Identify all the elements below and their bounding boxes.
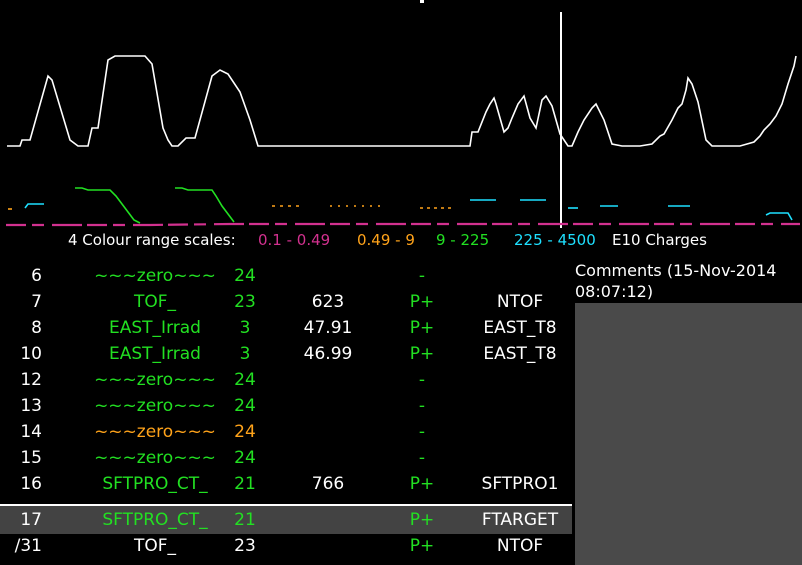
destination: FTARGET bbox=[481, 510, 559, 530]
row-number: 7 bbox=[31, 292, 42, 312]
comments-title: Comments (15-Nov-2014 08:07:12) bbox=[575, 260, 776, 302]
legend-range-magenta: 0.1 - 0.49 bbox=[258, 231, 331, 249]
table-row[interactable]: 8 EAST_Irrad 3 47.91 P+ EAST_T8 bbox=[0, 316, 572, 342]
table-row[interactable]: 15 ~~~zero~~~ 24- bbox=[0, 446, 572, 472]
row-number: 10 bbox=[20, 344, 42, 364]
particle-type: - bbox=[418, 370, 426, 390]
cycle-count: 24 bbox=[234, 396, 256, 416]
supercycle-waveform-display bbox=[0, 0, 802, 230]
cycle-count: 24 bbox=[234, 448, 256, 468]
cycle-count: 24 bbox=[234, 422, 256, 442]
destination: NTOF bbox=[496, 292, 544, 312]
comments-panel[interactable] bbox=[575, 303, 802, 565]
row-number: /31 bbox=[14, 536, 42, 556]
row-number: 12 bbox=[20, 370, 42, 390]
row-number: 17 bbox=[20, 510, 42, 530]
cycle-count: 21 bbox=[234, 510, 256, 530]
table-row[interactable]: 12 ~~~zero~~~ 24- bbox=[0, 368, 572, 394]
particle-type: - bbox=[418, 266, 426, 286]
row-number: 14 bbox=[20, 422, 42, 442]
cursor-marker bbox=[420, 0, 424, 3]
row-number: 13 bbox=[20, 396, 42, 416]
comments-title-line1: Comments (15-Nov-2014 bbox=[575, 261, 777, 280]
table-row[interactable]: 17 SFTPRO_CT_ 21 P+ FTARGET bbox=[0, 504, 572, 534]
intensity-value: 623 bbox=[311, 292, 345, 312]
table-row[interactable]: /31 TOF_ 23 P+ NTOF bbox=[0, 534, 572, 560]
cycle-count: 24 bbox=[234, 266, 256, 286]
legend-range-green: 9 - 225 bbox=[436, 231, 490, 249]
legend-prefix: 4 Colour range scales: bbox=[68, 231, 236, 249]
destination: SFTPRO1 bbox=[481, 474, 559, 494]
cycle-count: 23 bbox=[234, 536, 256, 556]
colour-range-legend: 4 Colour range scales: 0.1 - 0.49 0.49 -… bbox=[0, 230, 802, 252]
legend-range-cyan: 225 - 4500 bbox=[514, 231, 596, 249]
particle-type: - bbox=[418, 396, 426, 416]
particle-type: - bbox=[418, 448, 426, 468]
particle-type: - bbox=[418, 422, 426, 442]
table-row[interactable]: 10 EAST_Irrad 3 46.99 P+ EAST_T8 bbox=[0, 342, 572, 368]
table-row[interactable]: 14 ~~~zero~~~ 24- bbox=[0, 420, 572, 446]
table-row[interactable]: 6 ~~~zero~~~ 24- bbox=[0, 264, 572, 290]
destination: NTOF bbox=[496, 536, 544, 556]
legend-range-orange: 0.49 - 9 bbox=[357, 231, 415, 249]
intensity-value: 47.91 bbox=[303, 318, 353, 338]
destination: EAST_T8 bbox=[483, 344, 557, 364]
row-number: 15 bbox=[20, 448, 42, 468]
row-number: 8 bbox=[31, 318, 42, 338]
intensity-value: 766 bbox=[311, 474, 345, 494]
table-row[interactable]: 7 TOF_ 23 623 P+ NTOF bbox=[0, 290, 572, 316]
row-number: 6 bbox=[31, 266, 42, 286]
table-row[interactable]: 13 ~~~zero~~~ 24- bbox=[0, 394, 572, 420]
destination: EAST_T8 bbox=[483, 318, 557, 338]
row-number: 16 bbox=[20, 474, 42, 494]
comments-title-line2: 08:07:12) bbox=[575, 282, 654, 301]
cycle-count: 24 bbox=[234, 370, 256, 390]
intensity-value: 46.99 bbox=[303, 344, 353, 364]
table-row[interactable]: 16 SFTPRO_CT_ 21 766 P+ SFTPRO1 bbox=[0, 472, 572, 498]
legend-unit: E10 Charges bbox=[612, 231, 707, 249]
